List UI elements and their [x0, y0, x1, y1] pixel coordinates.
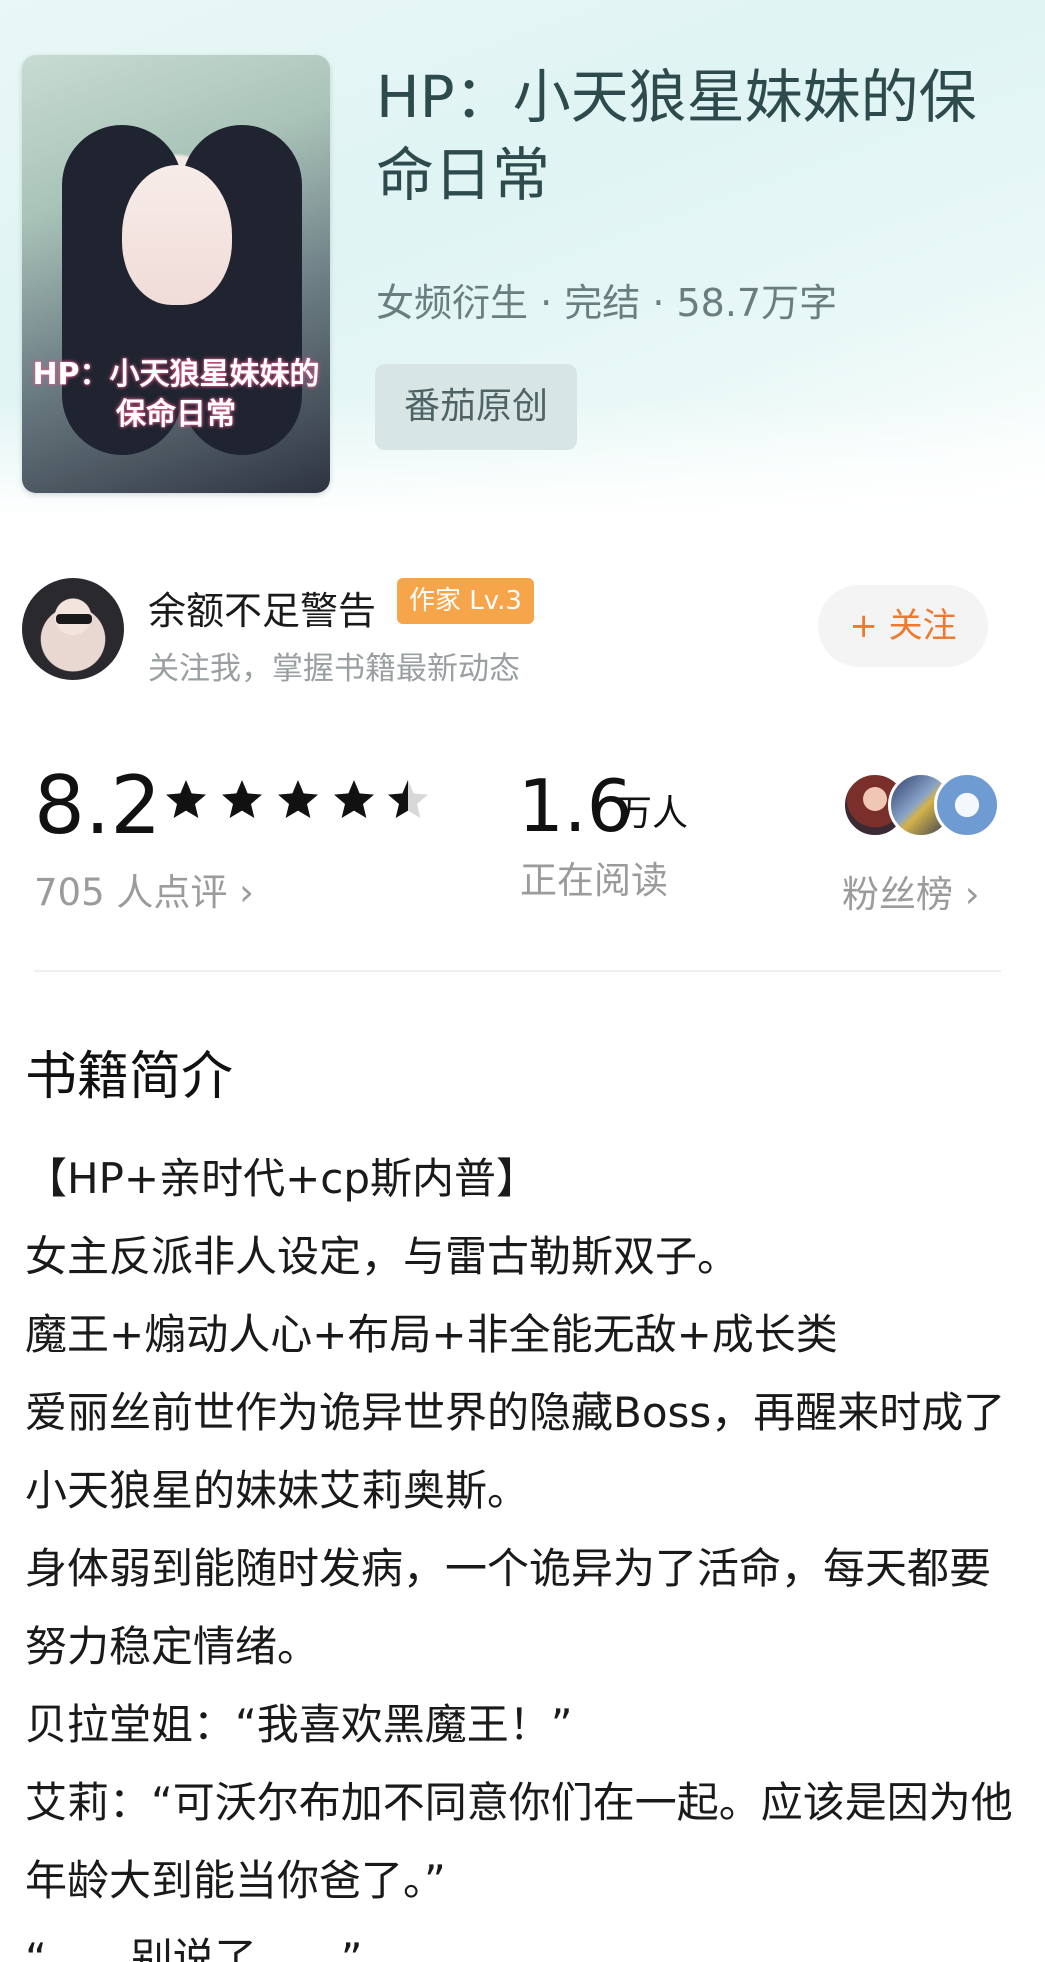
author-avatar[interactable]: [22, 578, 124, 680]
reading-unit: 万人: [616, 793, 689, 834]
star-icon: [222, 780, 262, 818]
intro-paragraph: “……别说了……”: [25, 1934, 363, 1962]
star-icon: [166, 780, 206, 818]
book-cover[interactable]: HP：小天狼星妹妹的保命日常: [22, 55, 330, 493]
intro-text: 【HP+亲时代+cp斯内普】 女主反派非人设定，与雷古勒斯双子。 魔王+煽动人心…: [25, 1140, 1015, 1962]
book-meta: 女频衍生 · 完结 · 58.7万字: [376, 281, 838, 325]
intro-title: 书籍简介: [25, 1047, 234, 1107]
intro-paragraph: 身体弱到能随时发病，一个诡异为了活命，每天都要努力稳定情绪。: [25, 1544, 992, 1671]
author-subtitle: 关注我，掌握书籍最新动态: [148, 651, 520, 687]
fan-avatar: [934, 772, 1000, 838]
cover-face: [122, 165, 232, 305]
intro-paragraph: 爱丽丝前世作为诡异世界的隐藏Boss，再醒来时成了小天狼星的妹妹艾莉奥斯。: [25, 1388, 1006, 1515]
star-icon: [334, 780, 374, 818]
rating-stars: [162, 770, 432, 830]
book-title: HP：小天狼星妹妹的保命日常: [376, 63, 977, 209]
fan-avatars[interactable]: [842, 772, 1002, 840]
book-tag[interactable]: 番茄原创: [375, 364, 577, 450]
intro-paragraph: 【HP+亲时代+cp斯内普】: [25, 1154, 539, 1203]
fans-ranking-link[interactable]: 粉丝榜 ›: [842, 864, 980, 918]
follow-button[interactable]: + 关注: [818, 585, 988, 667]
sunglasses-icon: [56, 614, 92, 624]
half-star-icon: [388, 780, 428, 818]
reading-label: 正在阅读: [520, 859, 668, 902]
divider: [34, 970, 1001, 972]
author-level-badge: 作家 Lv.3: [397, 578, 534, 624]
star-icon-row: [166, 780, 428, 818]
intro-paragraph: 女主反派非人设定，与雷古勒斯双子。: [25, 1232, 740, 1281]
intro-paragraph: 艾莉：“可沃尔布加不同意你们在一起。应该是因为他年龄大到能当你爸了。”: [25, 1778, 1013, 1905]
intro-paragraph: 贝拉堂姐：“我喜欢黑魔王！”: [25, 1700, 573, 1749]
cover-title: HP：小天狼星妹妹的保命日常: [32, 357, 320, 432]
intro-paragraph: 魔王+煽动人心+布局+非全能无敌+成长类: [25, 1310, 838, 1359]
star-icon: [278, 780, 318, 818]
author-name[interactable]: 余额不足警告: [148, 580, 376, 635]
rating-count-link[interactable]: 705 人点评 ›: [34, 862, 254, 916]
rating-score: 8.2: [34, 759, 162, 852]
